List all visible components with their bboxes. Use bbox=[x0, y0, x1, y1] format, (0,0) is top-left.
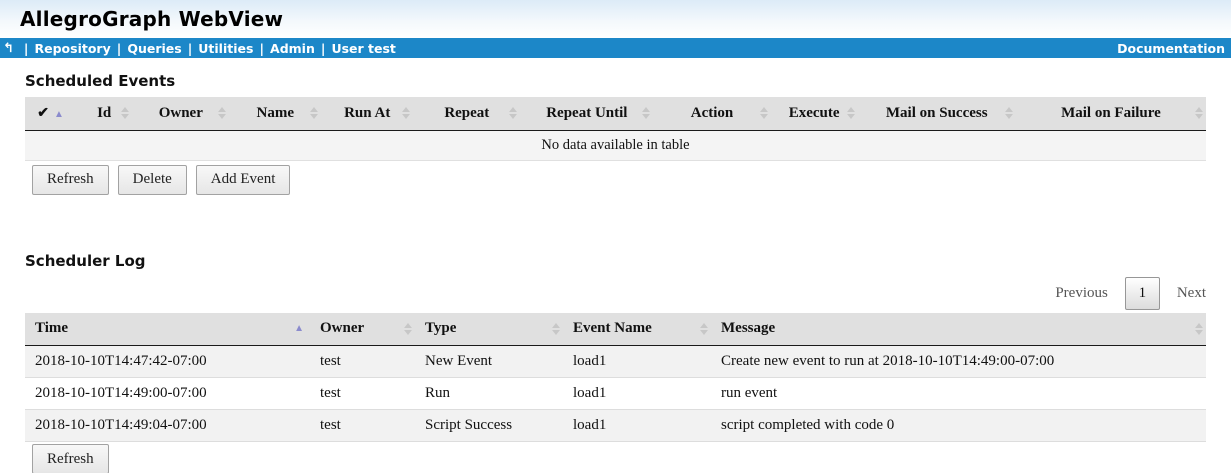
sort-ascending-icon: ▲ bbox=[54, 109, 64, 120]
sort-ascending-icon: ▲ bbox=[294, 323, 304, 334]
sort-icon bbox=[310, 107, 318, 119]
cell-message: script completed with code 0 bbox=[711, 410, 1206, 442]
column-header-log-owner[interactable]: Owner bbox=[310, 313, 415, 346]
cell-event-name: load1 bbox=[563, 378, 711, 410]
nav-item-repository[interactable]: Repository bbox=[34, 41, 110, 56]
scheduler-log-heading: Scheduler Log bbox=[25, 252, 1206, 270]
column-header-type[interactable]: Type bbox=[415, 313, 563, 346]
pagination: Previous 1 Next bbox=[25, 276, 1206, 311]
nav-item-queries[interactable]: Queries bbox=[127, 41, 181, 56]
cell-type: Run bbox=[415, 378, 563, 410]
empty-table-row: No data available in table bbox=[25, 130, 1206, 160]
sort-icon bbox=[760, 107, 768, 119]
nav-divider: | bbox=[321, 41, 326, 56]
column-header-name[interactable]: Name bbox=[229, 97, 321, 130]
cell-owner: test bbox=[310, 410, 415, 442]
cell-owner: test bbox=[310, 346, 415, 378]
add-event-button[interactable]: Add Event bbox=[196, 165, 291, 195]
sort-icon bbox=[1195, 323, 1203, 335]
sort-icon bbox=[121, 107, 129, 119]
scheduler-log-table: Time▲ Owner Type Event Name Message 2018… bbox=[25, 313, 1206, 443]
column-header-run-at[interactable]: Run At bbox=[321, 97, 413, 130]
cell-time: 2018-10-10T14:47:42-07:00 bbox=[25, 346, 310, 378]
nav-item-utilities[interactable]: Utilities bbox=[198, 41, 253, 56]
cell-time: 2018-10-10T14:49:00-07:00 bbox=[25, 378, 310, 410]
column-header-mail-on-success[interactable]: Mail on Success bbox=[858, 97, 1016, 130]
scheduled-events-header-row: ✔▲ Id Owner Name Run At Repeat Repeat Un… bbox=[25, 97, 1206, 130]
main-navbar: ↰ | Repository | Queries | Utilities | A… bbox=[0, 38, 1231, 58]
sort-icon bbox=[218, 107, 226, 119]
cell-event-name: load1 bbox=[563, 346, 711, 378]
nav-divider: | bbox=[188, 41, 193, 56]
log-table-row: 2018-10-10T14:49:00-07:00 test Run load1… bbox=[25, 378, 1206, 410]
back-arrow-icon[interactable]: ↰ bbox=[3, 41, 14, 56]
sort-icon bbox=[1195, 107, 1203, 119]
previous-page-button[interactable]: Previous bbox=[1055, 285, 1108, 302]
column-header-execute[interactable]: Execute bbox=[771, 97, 858, 130]
column-header-owner[interactable]: Owner bbox=[132, 97, 229, 130]
column-header-action[interactable]: Action bbox=[653, 97, 770, 130]
empty-table-message: No data available in table bbox=[25, 130, 1206, 160]
cell-message: run event bbox=[711, 378, 1206, 410]
sort-icon bbox=[552, 323, 560, 335]
cell-message: Create new event to run at 2018-10-10T14… bbox=[711, 346, 1206, 378]
next-page-button[interactable]: Next bbox=[1177, 285, 1206, 302]
page-number-button[interactable]: 1 bbox=[1125, 277, 1160, 310]
cell-type: New Event bbox=[415, 346, 563, 378]
log-table-row: 2018-10-10T14:49:04-07:00 test Script Su… bbox=[25, 410, 1206, 442]
delete-button[interactable]: Delete bbox=[118, 165, 187, 195]
nav-divider: | bbox=[117, 41, 122, 56]
sort-icon bbox=[402, 107, 410, 119]
main-content: Scheduled Events ✔▲ Id Owner Name Run At… bbox=[0, 72, 1231, 473]
column-header-id[interactable]: Id bbox=[76, 97, 132, 130]
column-header-message[interactable]: Message bbox=[711, 313, 1206, 346]
sort-icon bbox=[404, 323, 412, 335]
refresh-button[interactable]: Refresh bbox=[32, 165, 109, 195]
nav-divider: | bbox=[259, 41, 264, 56]
scheduler-log-header-row: Time▲ Owner Type Event Name Message bbox=[25, 313, 1206, 346]
sort-icon bbox=[509, 107, 517, 119]
cell-time: 2018-10-10T14:49:04-07:00 bbox=[25, 410, 310, 442]
page-header: AllegroGraph WebView bbox=[0, 0, 1231, 38]
nav-item-admin[interactable]: Admin bbox=[270, 41, 315, 56]
scheduled-events-table: ✔▲ Id Owner Name Run At Repeat Repeat Un… bbox=[25, 97, 1206, 161]
nav-item-documentation[interactable]: Documentation bbox=[1117, 41, 1225, 56]
cell-event-name: load1 bbox=[563, 410, 711, 442]
column-header-repeat-until[interactable]: Repeat Until bbox=[520, 97, 653, 130]
sort-icon bbox=[642, 107, 650, 119]
nav-divider: | bbox=[24, 41, 29, 56]
scheduled-events-buttons: Refresh Delete Add Event bbox=[25, 165, 1206, 195]
sort-icon bbox=[847, 107, 855, 119]
column-header-event-name[interactable]: Event Name bbox=[563, 313, 711, 346]
log-table-row: 2018-10-10T14:47:42-07:00 test New Event… bbox=[25, 346, 1206, 378]
scheduler-log-buttons: Refresh bbox=[25, 444, 1206, 473]
cell-type: Script Success bbox=[415, 410, 563, 442]
check-icon: ✔ bbox=[37, 106, 49, 121]
sort-icon bbox=[700, 323, 708, 335]
column-header-mail-on-failure[interactable]: Mail on Failure bbox=[1016, 97, 1206, 130]
nav-item-user-test[interactable]: User test bbox=[331, 41, 395, 56]
log-refresh-button[interactable]: Refresh bbox=[32, 444, 109, 473]
page-title: AllegroGraph WebView bbox=[20, 7, 1231, 31]
cell-owner: test bbox=[310, 378, 415, 410]
column-header-repeat[interactable]: Repeat bbox=[413, 97, 520, 130]
scheduled-events-heading: Scheduled Events bbox=[25, 72, 1206, 90]
column-header-select[interactable]: ✔▲ bbox=[25, 97, 76, 130]
sort-icon bbox=[1005, 107, 1013, 119]
column-header-time[interactable]: Time▲ bbox=[25, 313, 310, 346]
